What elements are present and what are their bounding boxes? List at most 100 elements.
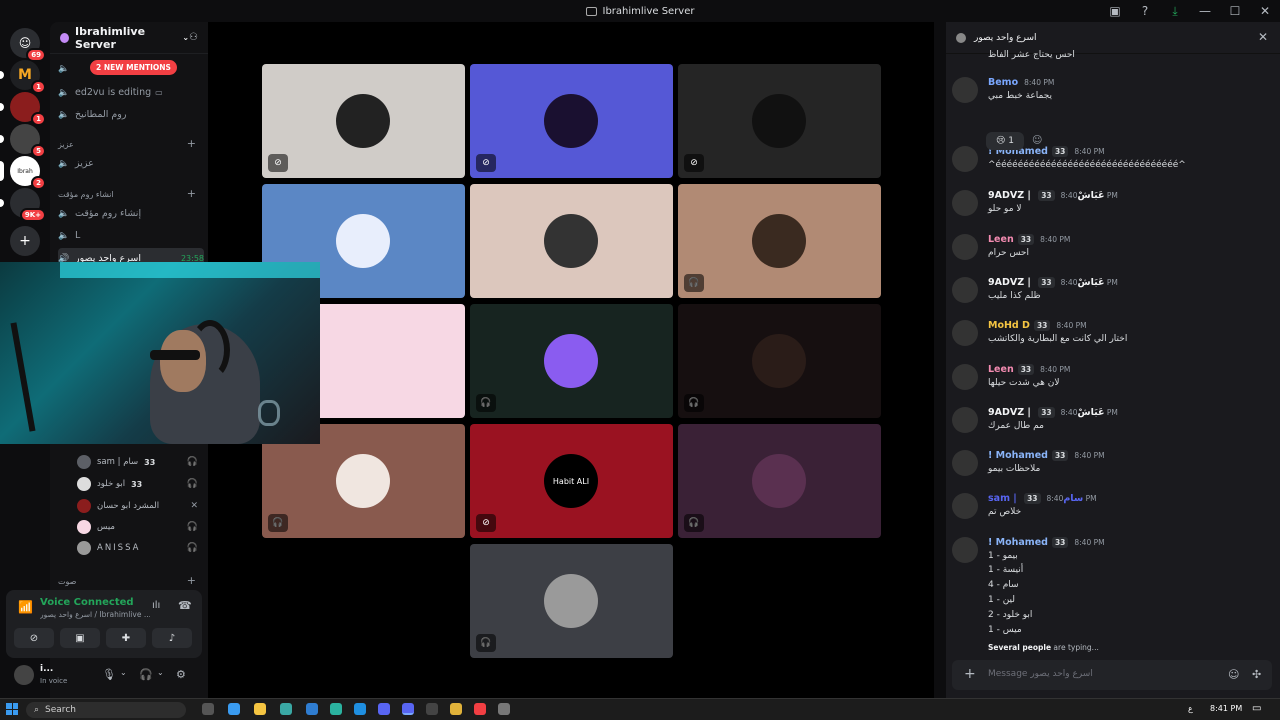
reaction-chip[interactable]: 😢 1	[986, 132, 1024, 150]
chrome-icon[interactable]	[450, 703, 462, 715]
screen-share-button[interactable]: ▣	[60, 628, 100, 648]
chat-message[interactable]: 9ADVZ | عَبَاشْ33 8:40 PM لا مو حلو	[950, 190, 1270, 228]
new-mentions-badge[interactable]: 2 NEW MENTIONS	[90, 60, 177, 75]
chevron-down-icon[interactable]: ⌄	[157, 668, 164, 677]
disconnect-icon[interactable]: ☎	[178, 599, 192, 612]
activities-button[interactable]: ✚	[106, 628, 146, 648]
message-input[interactable]: Message اسرع واحد يصور	[988, 669, 1093, 679]
chat-message[interactable]: Leen 33 8:40 PM احس حرام	[950, 234, 1270, 272]
avatar[interactable]	[952, 364, 978, 390]
message-author[interactable]: Leen	[988, 234, 1014, 245]
microphone-icon[interactable]: 🎙	[102, 668, 116, 681]
voice-channel[interactable]: 🔈 عزيز	[58, 153, 204, 173]
voice-member[interactable]: ميس 🎧	[77, 517, 202, 537]
voice-channel[interactable]: 🔈 L	[58, 225, 204, 245]
voice-channel[interactable]: 🔈 ed2vu is editing ▭	[58, 82, 204, 102]
chat-message[interactable]: Leen 33 8:40 PM لان هي شدت حيلها	[950, 364, 1270, 402]
video-tile[interactable]: Habit ALI ⊘	[470, 424, 673, 538]
voice-member[interactable]: المشرد ابو حسان ✕	[77, 496, 202, 516]
avatar[interactable]	[952, 320, 978, 346]
avatar[interactable]	[952, 190, 978, 216]
video-tile[interactable]: 🎧	[470, 304, 673, 418]
chat-message[interactable]: Bemo 8:40 PM يجماعة خبط مبي	[950, 77, 1270, 115]
edge-icon[interactable]	[330, 703, 342, 715]
message-author[interactable]: Leen	[988, 364, 1014, 375]
chevron-down-icon[interactable]: ⌄	[120, 668, 127, 677]
discord-home-button[interactable]: ☺ 69	[10, 28, 46, 62]
chat-message[interactable]: 9ADVZ | عَبَاشْ33 8:40 PM مم طال عمرك	[950, 407, 1270, 445]
emoji-icon[interactable]: ☺	[1228, 668, 1239, 681]
avatar[interactable]	[952, 77, 978, 103]
app-icon[interactable]	[378, 703, 390, 715]
discord-taskbar-icon[interactable]	[402, 703, 414, 715]
avatar[interactable]	[952, 493, 978, 519]
server-icon[interactable]: Ibrah 2	[0, 156, 46, 190]
server-folder[interactable]: 9K+	[0, 188, 46, 222]
chat-message[interactable]: ! Mohamed 33 8:40 PM ^ééééééééééééééééééééé…	[950, 146, 1270, 184]
close-icon[interactable]: ✕	[1258, 30, 1268, 44]
avatar[interactable]	[952, 234, 978, 260]
server-icon[interactable]: 1	[0, 92, 46, 126]
message-author[interactable]: MoHd D	[988, 320, 1030, 331]
app-icon[interactable]	[426, 703, 438, 715]
avatar[interactable]	[952, 537, 978, 563]
chat-message[interactable]: sam | سام33 8:40 PM خلاص تم	[950, 493, 1270, 531]
signal-icon[interactable]: 📶	[18, 600, 33, 614]
close-button[interactable]: ✕	[1250, 4, 1280, 18]
video-tile[interactable]: ⊘	[262, 64, 465, 178]
app-icon[interactable]	[498, 703, 510, 715]
add-server-button[interactable]: +	[10, 226, 40, 256]
add-channel-icon[interactable]: +	[187, 137, 196, 150]
app-icon[interactable]	[280, 703, 292, 715]
voice-channel[interactable]: 🔈 روم المطانيخ	[58, 104, 204, 124]
voice-channel[interactable]: 🔈 إنشاء روم مؤقت	[58, 203, 204, 223]
category-label[interactable]: صوت	[58, 577, 76, 586]
app-icon[interactable]	[474, 703, 486, 715]
video-tile[interactable]: ⊘	[678, 64, 881, 178]
windows-start-icon[interactable]	[6, 703, 18, 715]
add-attachment-icon[interactable]: +	[964, 666, 976, 682]
headphones-icon[interactable]: 🎧	[139, 668, 153, 681]
file-explorer-icon[interactable]	[254, 703, 266, 715]
user-name[interactable]: i...	[40, 664, 53, 674]
notification-icon[interactable]: ▭	[1252, 703, 1261, 714]
video-tile[interactable]	[470, 184, 673, 298]
category-label[interactable]: عزيز	[58, 140, 74, 149]
download-icon[interactable]: ⤓	[1160, 4, 1190, 19]
avatar[interactable]	[952, 277, 978, 303]
video-tile[interactable]: 🎧	[678, 304, 881, 418]
avatar[interactable]	[952, 450, 978, 476]
maximize-button[interactable]: ☐	[1220, 4, 1250, 18]
user-avatar[interactable]	[14, 665, 34, 685]
inbox-icon[interactable]: ▣	[1100, 4, 1130, 18]
add-channel-icon[interactable]: +	[187, 187, 196, 200]
avatar[interactable]	[952, 146, 978, 172]
minimize-button[interactable]: —	[1190, 4, 1220, 18]
noise-suppression-icon[interactable]: ılı	[152, 600, 160, 611]
app-icon[interactable]	[306, 703, 318, 715]
message-author[interactable]: ! Mohamed	[988, 450, 1048, 461]
copilot-icon[interactable]	[228, 703, 240, 715]
message-author[interactable]: ! Mohamed	[988, 537, 1048, 548]
settings-gear-icon[interactable]: ⚙	[176, 668, 186, 681]
server-icon[interactable]: 5	[0, 124, 46, 158]
video-tile[interactable]: 🎧	[678, 424, 881, 538]
taskbar-clock[interactable]: 8:41 PM	[1210, 704, 1242, 713]
chat-message[interactable]: ! Mohamed 33 8:40 PM ملاحظات بيمو	[950, 450, 1270, 488]
camera-off-button[interactable]: ⊘	[14, 628, 54, 648]
language-indicator[interactable]: ع	[1188, 704, 1193, 713]
voice-member[interactable]: sam | سام 33 🎧	[77, 452, 202, 472]
voice-member[interactable]: ابو خلود 33 🎧	[77, 474, 202, 494]
help-icon[interactable]: ?	[1130, 4, 1160, 18]
add-reaction-icon[interactable]: ☺	[1032, 135, 1042, 146]
chat-message[interactable]: 9ADVZ | عَبَاشْ33 8:40 PM ظلم كذا مليب	[950, 277, 1270, 315]
category-label[interactable]: انشاء روم مؤقت	[58, 190, 114, 199]
voice-member[interactable]: ANISSA 🎧	[77, 538, 202, 558]
voice-connected-subtitle[interactable]: اسرع واحد يصور / Ibrahimlive ...	[40, 610, 150, 619]
video-tile[interactable]: ⊘	[470, 64, 673, 178]
server-header[interactable]: Ibrahimlive Server ⌄ ⚇	[50, 22, 208, 54]
message-author[interactable]: Bemo	[988, 77, 1018, 88]
video-tile[interactable]: 🎧	[678, 184, 881, 298]
voice-connected-title[interactable]: Voice Connected	[40, 597, 134, 608]
task-view-icon[interactable]	[202, 703, 214, 715]
